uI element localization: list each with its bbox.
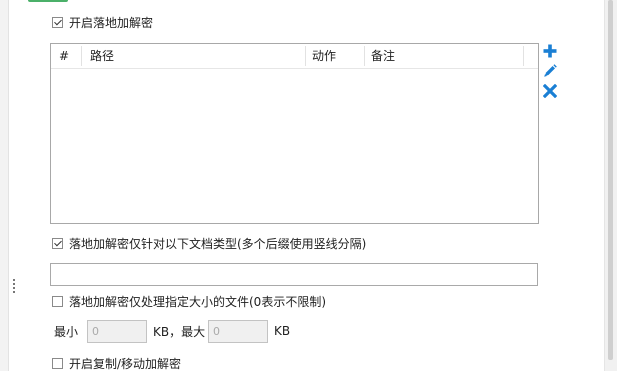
col-divider[interactable] [364,46,365,66]
col-divider[interactable] [81,46,82,66]
table-body[interactable] [51,69,538,219]
copy-move-label: 开启复制/移动加解密 [69,356,182,371]
pencil-icon [544,64,557,77]
vertical-scrollbar[interactable] [604,0,617,371]
enable-landing-decrypt-checkbox[interactable] [52,16,63,28]
min-size-input[interactable]: 0 [87,320,147,343]
filetype-restrict-label: 落地加解密仅针对以下文档类型(多个后缀使用竖线分隔) [69,236,367,251]
enable-landing-decrypt-row[interactable]: 开启落地加解密 [52,13,153,31]
size-restrict-label: 落地加解密仅处理指定大小的文件(0表示不限制) [69,294,326,309]
size-restrict-row[interactable]: 落地加解密仅处理指定大小的文件(0表示不限制) [52,292,326,310]
max-size-input[interactable]: 0 [208,320,268,343]
left-panel-edge [0,0,15,371]
col-divider[interactable] [305,46,306,66]
size-restrict-checkbox[interactable] [52,295,63,307]
col-index[interactable]: # [59,44,69,68]
col-divider[interactable] [523,46,524,66]
kb-label: KB [274,324,291,338]
splitter-grip[interactable] [13,279,15,293]
col-note[interactable]: 备注 [371,44,395,68]
scrollbar-thumb[interactable] [608,0,613,360]
plus-icon [543,44,557,58]
table-header: # 路径 动作 备注 [51,44,538,69]
col-action[interactable]: 动作 [312,44,336,68]
copy-move-row[interactable]: 开启复制/移动加解密 [52,355,181,371]
delete-rule-button[interactable] [542,83,558,99]
add-rule-button[interactable] [542,43,558,59]
rules-table[interactable]: # 路径 动作 备注 [50,43,539,224]
min-size-label: 最小 [54,324,79,339]
filetype-restrict-row[interactable]: 落地加解密仅针对以下文档类型(多个后缀使用竖线分隔) [52,234,366,252]
col-path[interactable]: 路径 [90,44,114,68]
enable-landing-decrypt-label: 开启落地加解密 [69,15,154,30]
filetype-input[interactable] [50,263,538,286]
copy-move-checkbox[interactable] [52,357,63,369]
kb-max-label: KB，最大 [153,324,206,339]
x-icon [543,84,557,98]
group-title-cut-off [28,0,68,2]
edit-rule-button[interactable] [542,63,558,79]
filetype-restrict-checkbox[interactable] [52,237,63,249]
